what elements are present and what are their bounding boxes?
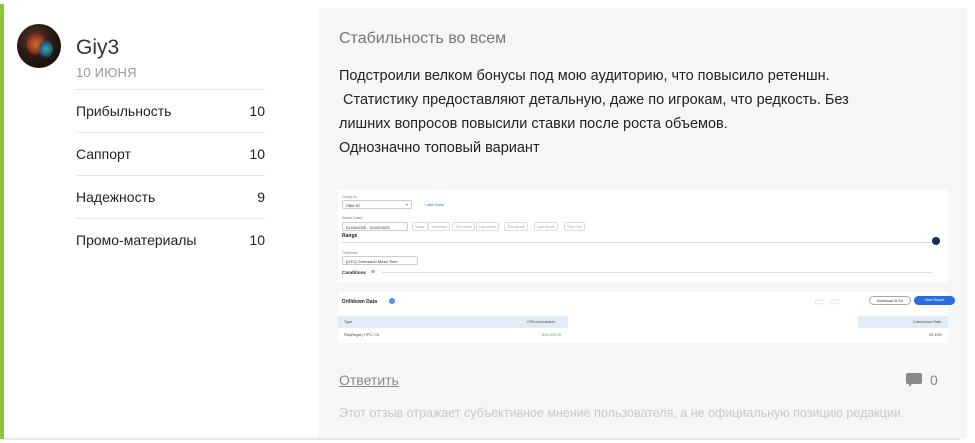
rating-label: Саппорт (76, 146, 131, 162)
date-chip: Today (412, 222, 428, 231)
rating-value: 10 (249, 232, 265, 248)
date-chip: Last Month (534, 222, 558, 231)
review-line: лишних вопросов повысили ставки после ро… (339, 116, 728, 132)
rating-label: Прибыльность (76, 103, 172, 119)
rating-row: Саппорт 10 (76, 132, 265, 175)
screenshot-filters: Group #1 Offer ID ▾ + add Group Select D… (338, 190, 948, 282)
rating-value: 9 (257, 189, 265, 205)
rating-value: 10 (249, 103, 265, 119)
review-body: Подстроили велком бонусы под мою аудитор… (339, 64, 949, 160)
timezone-field: [UTC] Greenwich Mean Time (342, 256, 418, 265)
timezone-label: Timezone (342, 251, 358, 255)
rating-label: Надежность (76, 189, 156, 205)
date-chip: Yesterday (428, 222, 450, 231)
table-cell-cpa: 825,609.00 (542, 333, 562, 337)
accent-bar (0, 4, 4, 439)
date-range-field: 01/04/2025 - 01/05/2025 (342, 222, 408, 231)
rating-label: Промо-материалы (76, 232, 197, 248)
rating-row: Промо-материалы 10 (76, 218, 265, 261)
table-cell-type: PlayRegal | PPC / 01 (344, 333, 380, 337)
watermark-icon: ▭ ▭ (814, 294, 841, 308)
date-chip: This Week (452, 222, 475, 231)
review-line: Статистику предоставляют детальную, даже… (339, 92, 849, 108)
date-chip: Last Week (476, 222, 499, 231)
rating-row: Прибыльность 10 (76, 89, 265, 132)
drilldown-label: Drilldown Data (342, 299, 378, 305)
bottom-divider (4, 438, 960, 440)
view-report-button: View Report (914, 296, 955, 305)
download-xlsx-button: Download XLSX (869, 296, 911, 305)
review-title: Стабильность во всем (339, 30, 507, 47)
review-content-panel: Стабильность во всем Подстроили велком б… (319, 8, 967, 438)
review-date: 10 июня (76, 65, 137, 80)
add-group-link: + add Group (424, 203, 445, 207)
reply-link[interactable]: Ответить (339, 372, 399, 388)
author-name[interactable]: Giy3 (76, 36, 119, 60)
comment-icon (906, 373, 923, 387)
range-divider (342, 242, 934, 243)
rating-value: 10 (249, 146, 265, 162)
plus-circle-icon: ⊕ (371, 269, 376, 275)
info-icon (389, 298, 395, 304)
group-value: Offer ID (346, 203, 360, 208)
conditions-divider (382, 272, 932, 273)
disclaimer-text: Этот отзыв отражает субъективное мнение … (339, 406, 905, 420)
review-line: Однозначно топовый вариант (339, 140, 540, 156)
section-gap (338, 282, 948, 292)
date-chip: This Month (504, 222, 528, 231)
group-select: Offer ID ▾ (342, 200, 412, 209)
ratings-list: Прибыльность 10 Саппорт 10 Надежность 9 … (76, 89, 265, 261)
review-line: Подстроили велком бонусы под мою аудитор… (339, 68, 830, 84)
comment-count: 0 (930, 372, 938, 388)
group-label: Group #1 (342, 195, 357, 199)
rating-row: Надежность 9 (76, 175, 265, 218)
column-header-cpa: CPA commission (527, 320, 556, 324)
comments-counter[interactable]: 0 (906, 372, 938, 388)
table-cell-conversion: 29.13% (929, 333, 942, 337)
column-header-conversion: Conversion Rate (913, 320, 942, 324)
select-dates-label: Select Dates (342, 216, 363, 220)
review-card: Giy3 10 июня Прибыльность 10 Саппорт 10 … (0, 0, 975, 443)
column-header-type: Type (344, 320, 353, 324)
attached-screenshot[interactable]: Group #1 Offer ID ▾ + add Group Select D… (338, 190, 955, 343)
chevron-down-icon: ▾ (405, 202, 408, 207)
range-handle (932, 237, 940, 245)
conditions-label: Conditions (342, 270, 366, 275)
date-chip: This Year (564, 222, 585, 231)
avatar[interactable] (17, 24, 61, 68)
range-label: Range (342, 233, 358, 239)
